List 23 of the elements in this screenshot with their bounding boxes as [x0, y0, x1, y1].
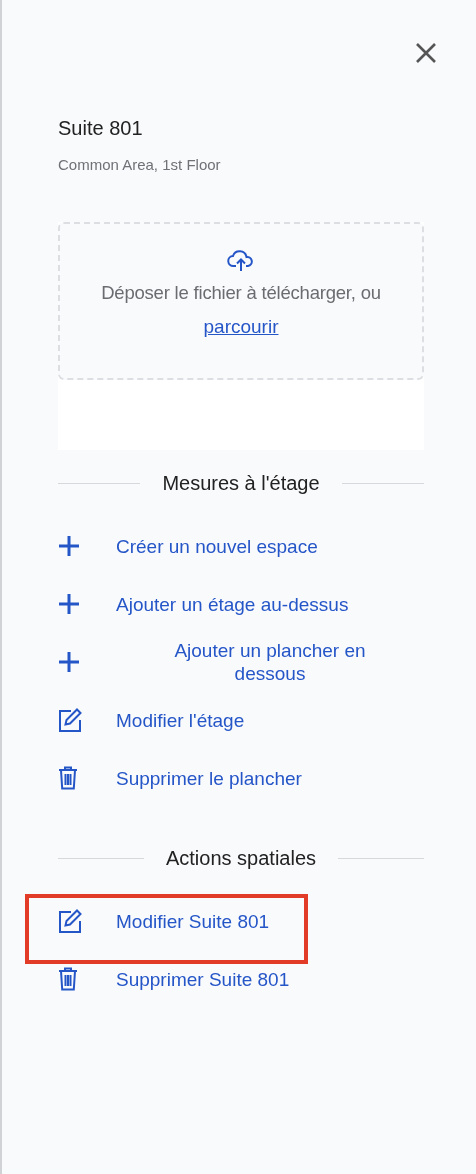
- action-item[interactable]: Ajouter un plancher en dessous: [58, 639, 424, 685]
- plus-icon: [58, 593, 80, 615]
- upload-dropzone[interactable]: Déposer le fichier à télécharger, ou parcourir: [58, 222, 424, 380]
- panel-subtitle: Common Area, 1st Floor: [58, 156, 222, 174]
- panel-title: Suite 801: [58, 116, 144, 140]
- action-item[interactable]: Modifier Suite 801: [58, 909, 424, 933]
- trash-icon: [58, 766, 78, 790]
- edit-icon: [58, 909, 82, 933]
- trash-icon: [58, 967, 78, 991]
- browse-link[interactable]: parcourir: [203, 316, 279, 338]
- cloud-upload-icon: [227, 248, 255, 272]
- action-item[interactable]: Supprimer le plancher: [58, 766, 424, 790]
- plus-icon: [58, 651, 80, 673]
- plus-icon: [58, 535, 80, 557]
- action-item[interactable]: Supprimer Suite 801: [58, 967, 424, 991]
- edit-icon: [58, 708, 82, 732]
- section-heading: Actions spatiales: [165, 847, 317, 870]
- action-item[interactable]: Modifier l'étage: [58, 708, 424, 732]
- section-heading: Mesures à l'étage: [162, 472, 320, 495]
- action-item[interactable]: Créer un nouvel espace: [58, 534, 424, 558]
- action-item[interactable]: Ajouter un étage au-dessus: [58, 592, 424, 616]
- upload-prompt: Déposer le fichier à télécharger, ou: [101, 282, 381, 304]
- close-icon: [415, 42, 437, 64]
